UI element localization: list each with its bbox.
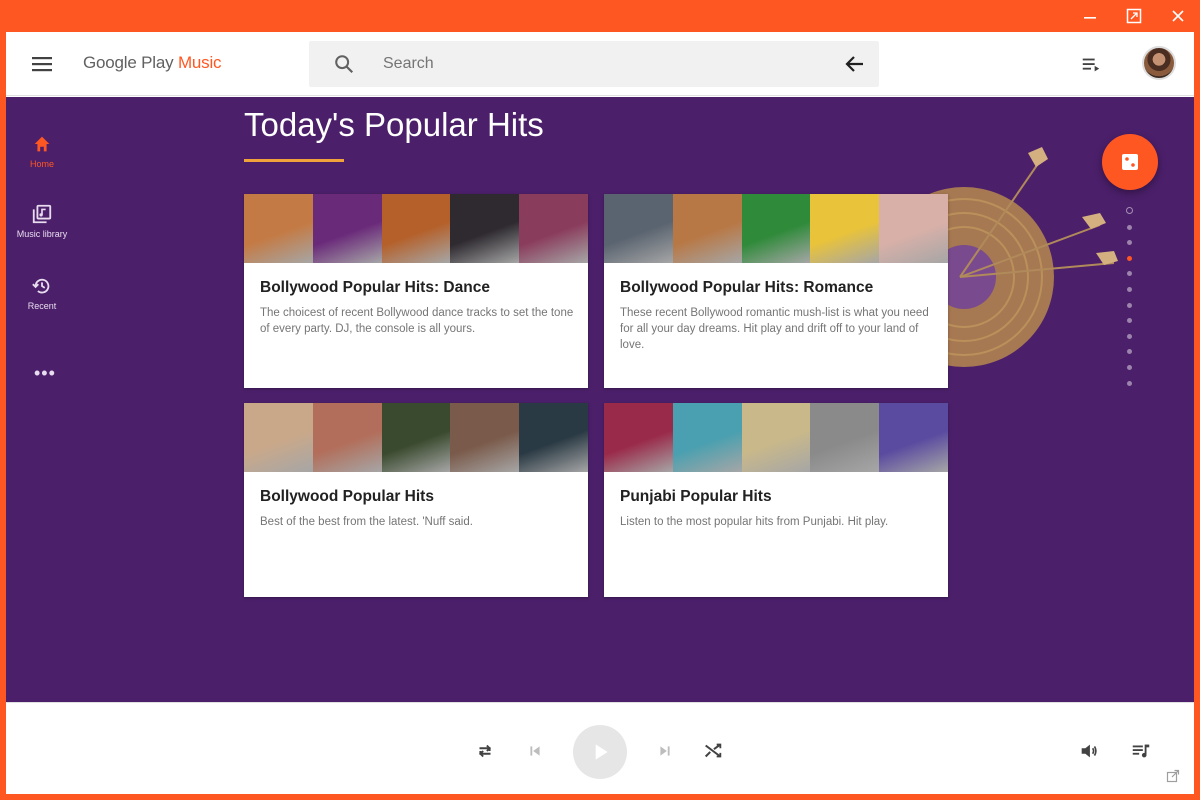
window-controls	[1068, 0, 1200, 32]
pagination-dot[interactable]	[1126, 240, 1132, 246]
nav-item-recent[interactable]: Recent	[6, 275, 78, 311]
album-art-strip	[604, 403, 948, 472]
search-icon[interactable]	[333, 53, 355, 75]
album-art	[741, 194, 811, 263]
card-title: Bollywood Popular Hits: Romance	[620, 279, 874, 296]
carousel-pagination	[1124, 207, 1134, 396]
album-art	[672, 403, 742, 472]
repeat-icon[interactable]	[474, 740, 496, 762]
nav-label-music-library: Music library	[16, 229, 68, 239]
playlist-card[interactable]: Bollywood Popular Hits Best of the best …	[244, 403, 588, 597]
album-art	[741, 403, 811, 472]
pagination-dot[interactable]	[1125, 207, 1133, 214]
album-art	[244, 194, 313, 263]
album-art	[450, 403, 520, 472]
side-nav: Home Music library Recent •••	[6, 97, 78, 702]
card-description: These recent Bollywood romantic mush-lis…	[620, 307, 929, 351]
shuffle-dice-icon	[1122, 154, 1138, 170]
home-icon	[34, 136, 50, 152]
album-art	[244, 403, 313, 472]
album-art	[312, 403, 382, 472]
album-art	[604, 403, 673, 472]
main-content: Home Music library Recent ••• Today's Po…	[6, 97, 1194, 702]
app-window: Google Play Music Home Music library Rec…	[6, 32, 1194, 794]
album-art	[879, 194, 948, 263]
playlist-card[interactable]: Punjabi Popular Hits Listen to the most …	[604, 403, 948, 597]
restore-icon[interactable]	[1112, 0, 1156, 32]
skip-previous-icon[interactable]	[524, 740, 546, 762]
pagination-dot[interactable]	[1126, 271, 1132, 277]
shuffle-icon[interactable]	[702, 740, 724, 762]
album-art	[450, 194, 520, 263]
pagination-dot[interactable]	[1126, 333, 1132, 339]
album-art	[312, 194, 382, 263]
page-title: Today's Popular Hits	[244, 106, 544, 143]
pagination-dot[interactable]	[1126, 286, 1132, 292]
album-art	[381, 403, 451, 472]
title-underline	[244, 159, 344, 162]
album-art	[810, 403, 880, 472]
playlist-card[interactable]: Bollywood Popular Hits: Romance These re…	[604, 194, 948, 388]
minimize-icon[interactable]	[1068, 0, 1112, 32]
queue-icon[interactable]	[1080, 54, 1102, 76]
arrow-back-icon[interactable]	[843, 52, 867, 76]
hamburger-menu-icon[interactable]	[28, 52, 56, 76]
album-art-strip	[244, 403, 588, 472]
pagination-dot[interactable]	[1126, 302, 1132, 308]
pagination-dot[interactable]	[1126, 318, 1132, 324]
top-bar: Google Play Music	[6, 32, 1194, 96]
playlist-card[interactable]: Bollywood Popular Hits: Dance The choice…	[244, 194, 588, 388]
card-description: Best of the best from the latest. 'Nuff …	[260, 516, 473, 528]
queue-music-icon[interactable]	[1130, 740, 1152, 762]
pagination-dot[interactable]	[1126, 224, 1132, 230]
card-title: Bollywood Popular Hits	[260, 488, 434, 505]
app-logo[interactable]: Google Play Music	[83, 53, 222, 73]
album-art	[519, 194, 588, 263]
logo-text: Google Play	[83, 53, 178, 72]
nav-label-recent: Recent	[27, 301, 57, 311]
album-art	[381, 194, 451, 263]
more-options-icon[interactable]: •••	[34, 363, 56, 384]
album-art-strip	[604, 194, 948, 263]
album-art	[810, 194, 880, 263]
search-input[interactable]	[383, 41, 823, 87]
album-art	[672, 194, 742, 263]
pagination-dot-active[interactable]	[1126, 255, 1132, 261]
volume-icon[interactable]	[1078, 740, 1100, 762]
open-in-new-icon[interactable]	[1166, 769, 1180, 783]
card-title: Punjabi Popular Hits	[620, 488, 772, 505]
pagination-dot[interactable]	[1126, 380, 1132, 386]
album-art	[604, 194, 673, 263]
shuffle-dice-button[interactable]	[1102, 134, 1158, 190]
close-icon[interactable]	[1156, 0, 1200, 32]
library-icon	[32, 204, 52, 224]
skip-next-icon[interactable]	[654, 740, 676, 762]
pagination-dot[interactable]	[1126, 349, 1132, 355]
card-title: Bollywood Popular Hits: Dance	[260, 279, 490, 296]
logo-accent-text: Music	[177, 53, 222, 72]
pagination-dot[interactable]	[1126, 364, 1132, 370]
search-bar	[309, 41, 879, 87]
album-art-strip	[244, 194, 588, 263]
history-icon	[32, 278, 50, 294]
avatar[interactable]	[1142, 46, 1176, 80]
nav-item-home[interactable]: Home	[6, 133, 78, 169]
card-description: The choicest of recent Bollywood dance t…	[260, 307, 574, 335]
nav-item-music-library[interactable]: Music library	[6, 203, 78, 239]
play-button[interactable]	[573, 725, 627, 779]
card-description: Listen to the most popular hits from Pun…	[620, 516, 889, 528]
nav-label-home: Home	[29, 159, 54, 169]
player-bar	[6, 702, 1194, 794]
album-art	[519, 403, 588, 472]
play-icon	[595, 744, 608, 760]
album-art	[879, 403, 948, 472]
